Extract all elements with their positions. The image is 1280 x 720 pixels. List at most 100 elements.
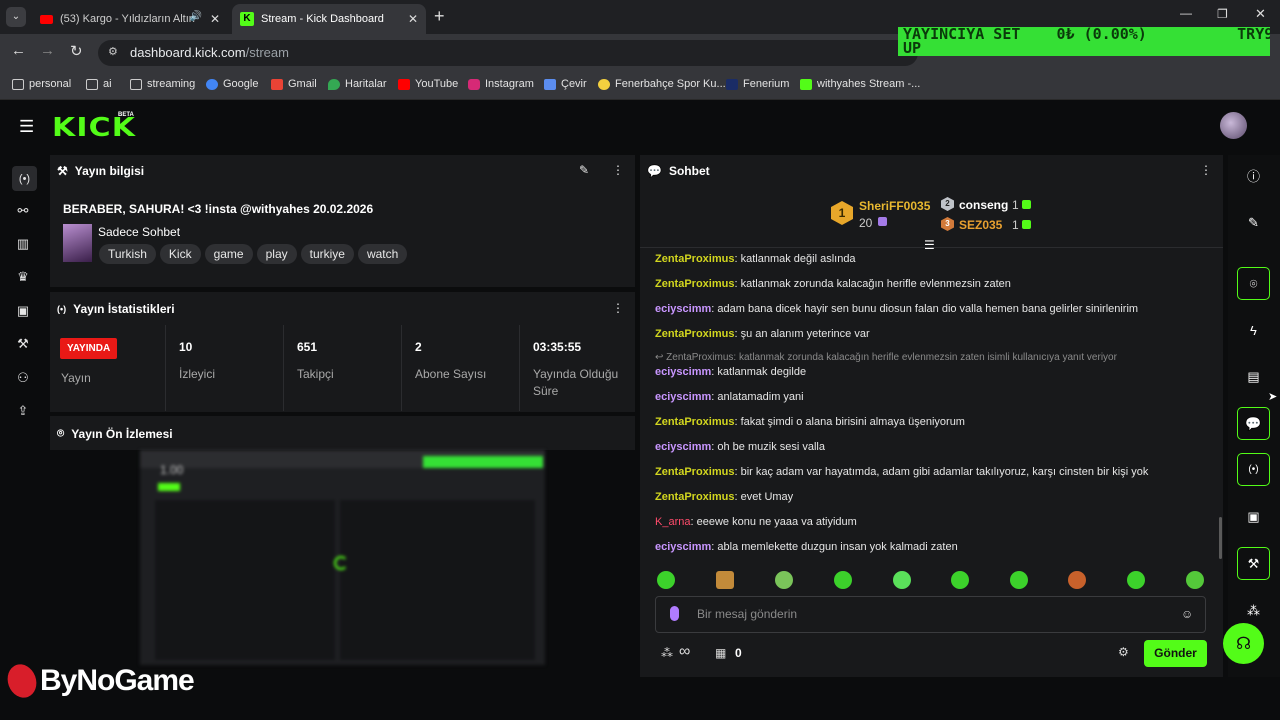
forward-icon[interactable]: → [40, 42, 55, 59]
camera-view-icon[interactable]: ⌾ [1237, 267, 1270, 300]
chat-username[interactable]: eciyscimm [655, 441, 711, 453]
bookmark-fenerbahce[interactable]: Fenerbahçe Spor Ku... [598, 78, 726, 90]
tab-youtube[interactable]: (53) Kargo - Yıldızların Altın 🔊 ✕ [32, 4, 228, 34]
chat-username[interactable]: ZentaProximus [655, 466, 734, 478]
hamburger-menu-icon[interactable]: ☰ [19, 117, 34, 137]
close-icon[interactable]: ✕ [408, 12, 418, 26]
tag[interactable]: play [256, 244, 297, 264]
back-icon[interactable]: ← [11, 42, 26, 59]
notes-icon[interactable]: ▤ [1237, 360, 1270, 393]
chat-username[interactable]: ZentaProximus [655, 491, 734, 503]
emoji-picker-icon[interactable]: ☺ [1181, 607, 1193, 621]
minimize-icon[interactable]: — [1180, 6, 1192, 20]
bookmark-streaming[interactable]: streaming [130, 78, 195, 90]
bookmark-instagram[interactable]: Instagram [468, 78, 534, 90]
bookmark-personal[interactable]: personal [12, 78, 71, 90]
chat-text: fakat şimdi o alana birisini almaya üşen… [740, 416, 965, 428]
chat-username[interactable]: ZentaProximus [655, 328, 734, 340]
chat-username[interactable]: ZentaProximus [655, 278, 734, 290]
tab-search-button[interactable]: ⌄ [6, 7, 26, 27]
bookmark-haritalar[interactable]: Haritalar [328, 78, 387, 90]
site-info-icon[interactable]: ⚙ [108, 45, 118, 58]
emote-icon[interactable] [1010, 571, 1028, 589]
emote-icon[interactable] [657, 571, 675, 589]
tag[interactable]: turkiye [300, 244, 354, 264]
tag[interactable]: watch [357, 244, 408, 264]
broadcast-toggle-icon[interactable]: (•) [1237, 453, 1270, 486]
broadcast-icon: (•) [57, 304, 67, 314]
chat-message: K_arna: eeewe konu ne yaaa va atiyidum [655, 516, 857, 528]
channel-points-icon[interactable]: ⁂ [661, 646, 673, 660]
chat-username[interactable]: K_arna [655, 516, 690, 528]
chat-username[interactable]: eciyscimm [655, 541, 711, 553]
chat-scrollbar[interactable] [1219, 517, 1222, 559]
more-options-icon[interactable]: ⋮ [1200, 163, 1212, 177]
edit-icon[interactable]: ✎ [579, 163, 589, 177]
users-icon[interactable]: ⚇ [12, 367, 34, 389]
folder-icon [86, 78, 98, 90]
tag[interactable]: Turkish [99, 244, 156, 264]
bookmark-cevir[interactable]: Çevir [544, 78, 587, 90]
analytics-icon[interactable]: ▥ [12, 233, 34, 255]
more-options-icon[interactable]: ⋮ [612, 301, 624, 315]
tools-icon[interactable]: ⚒ [1237, 547, 1270, 580]
bookmark-google[interactable]: Google [206, 78, 258, 90]
close-icon[interactable]: ✕ [210, 12, 220, 26]
tab-title: (53) Kargo - Yıldızların Altın [60, 13, 195, 25]
leaderboard-name: conseng [959, 198, 1009, 212]
more-options-icon[interactable]: ⋮ [612, 163, 624, 177]
address-bar[interactable]: ⚙ dashboard.kick.com/stream [98, 40, 918, 66]
emote-icon[interactable] [1068, 571, 1086, 589]
bookmark-youtube[interactable]: YouTube [398, 78, 458, 90]
maximize-icon[interactable]: ❐ [1217, 7, 1228, 21]
send-button[interactable]: Gönder [1144, 640, 1207, 667]
chat-toggle-icon[interactable]: 💬 [1237, 407, 1270, 440]
trophy-icon[interactable]: ♛ [12, 266, 34, 288]
chat-username[interactable]: eciyscimm [655, 366, 711, 378]
bookmark-ai[interactable]: ai [86, 78, 112, 90]
kick-favicon-icon: K [240, 12, 254, 26]
stat-value: 2 [415, 340, 422, 354]
youtube-icon [40, 14, 53, 24]
wrench-icon[interactable]: ⚒ [12, 333, 34, 355]
bookmark-gmail[interactable]: Gmail [271, 78, 317, 90]
lightning-icon[interactable]: ϟ [1237, 314, 1270, 347]
microphone-icon[interactable] [670, 606, 679, 621]
avatar[interactable] [1220, 112, 1247, 139]
url-host: dashboard.kick.com [130, 45, 246, 60]
chat-username[interactable]: ZentaProximus [655, 253, 734, 265]
leaderboard-count: 1 [1012, 218, 1019, 232]
new-tab-button[interactable]: + [434, 6, 445, 27]
emote-icon[interactable] [834, 571, 852, 589]
bookmark-fenerium[interactable]: Fenerium [726, 78, 789, 90]
chat-username[interactable]: eciyscimm [655, 391, 711, 403]
emote-icon[interactable] [716, 571, 734, 589]
emote-icon[interactable] [1186, 571, 1204, 589]
emote-icon[interactable] [893, 571, 911, 589]
collapse-leaderboard-icon[interactable]: ☰ [924, 238, 935, 252]
stream-preview-video[interactable]: 1.00 [140, 450, 545, 665]
chat-settings-icon[interactable]: ⚙ [1118, 645, 1129, 659]
reload-icon[interactable]: ↻ [70, 42, 83, 60]
camera-icon: ⌾ [57, 426, 65, 440]
media-icon[interactable]: ▣ [12, 300, 34, 322]
emote-icon[interactable] [775, 571, 793, 589]
video-icon[interactable]: ▣ [1237, 500, 1270, 533]
edit-icon[interactable]: ✎ [1237, 206, 1270, 239]
close-window-icon[interactable]: ✕ [1255, 6, 1266, 22]
link-icon[interactable]: ⚯ [12, 200, 34, 222]
upload-icon[interactable]: ⇪ [12, 400, 34, 422]
support-button[interactable]: ☊ [1223, 623, 1264, 664]
tag[interactable]: Kick [159, 244, 201, 264]
chat-username[interactable]: eciyscimm [655, 303, 711, 315]
bookmark-withyahes[interactable]: withyahes Stream -... [800, 78, 920, 90]
beta-badge: BETA [118, 112, 134, 118]
tag[interactable]: game [204, 244, 253, 264]
stream-broadcast-icon[interactable]: (•) [12, 166, 37, 191]
tab-kick-dashboard[interactable]: K Stream - Kick Dashboard ✕ [232, 4, 426, 34]
emote-icon[interactable] [1127, 571, 1145, 589]
store-icon[interactable]: ▦ [715, 646, 726, 660]
emote-icon[interactable] [951, 571, 969, 589]
chat-username[interactable]: ZentaProximus [655, 416, 734, 428]
info-icon[interactable]: ⓘ [1237, 159, 1270, 192]
